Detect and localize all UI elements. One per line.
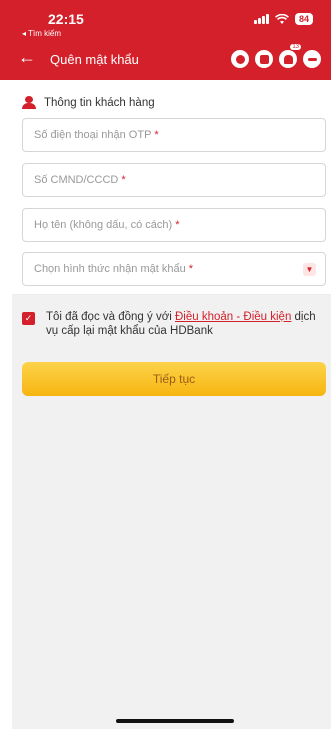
required-mark: * (175, 219, 180, 231)
phone-otp-placeholder: Số điện thoại nhận OTP (34, 129, 152, 141)
person-icon (22, 96, 36, 109)
full-name-field[interactable]: Họ tên (không dấu, có cách) * (22, 208, 326, 242)
checkbox-icon[interactable]: ✓ (22, 312, 35, 325)
required-mark: * (188, 263, 193, 275)
bell-icon[interactable]: 13 (279, 43, 302, 68)
menu-icon[interactable] (303, 50, 321, 68)
headset-icon[interactable] (231, 50, 249, 68)
status-time: 22:15 (48, 11, 84, 27)
phone-otp-field[interactable]: Số điện thoại nhận OTP * (22, 118, 326, 152)
footer-area (12, 295, 331, 729)
id-number-field[interactable]: Số CMND/CCCD * (22, 163, 326, 197)
terms-link[interactable]: Điều khoản - Điều kiện (175, 311, 291, 323)
battery-icon: 84 (294, 13, 313, 25)
chevron-down-icon[interactable]: ▼ (303, 263, 316, 276)
password-method-placeholder: Chọn hình thức nhận mật khẩu (34, 263, 186, 275)
status-indicators: 84 (253, 13, 313, 25)
section-header: Thông tin khách hàng (22, 96, 155, 109)
back-arrow-icon[interactable]: ← (18, 48, 36, 66)
app-header: 22:15 ◂ Tìm kiếm 84 ← Quên mật khẩu 13 (0, 0, 331, 80)
header-actions: 13 (231, 43, 321, 68)
required-mark: * (121, 174, 126, 186)
home-indicator (116, 719, 234, 723)
terms-text: Tôi đã đọc và đồng ý với Điều khoản - Đi… (46, 310, 326, 338)
signal-icon (253, 14, 269, 24)
full-name-placeholder: Họ tên (không dấu, có cách) (34, 219, 173, 231)
status-back-app[interactable]: ◂ Tìm kiếm (22, 29, 61, 38)
terms-prefix: Tôi đã đọc và đồng ý với (46, 311, 175, 323)
qr-icon[interactable] (255, 50, 273, 68)
id-number-placeholder: Số CMND/CCCD (34, 174, 119, 186)
continue-button[interactable]: Tiếp tục (22, 362, 326, 396)
section-title: Thông tin khách hàng (44, 96, 155, 109)
wifi-icon (275, 13, 289, 24)
password-method-select[interactable]: Chọn hình thức nhận mật khẩu * ▼ (22, 252, 326, 286)
page-title: Quên mật khẩu (50, 52, 139, 67)
notification-badge: 13 (289, 43, 302, 51)
required-mark: * (154, 129, 159, 141)
